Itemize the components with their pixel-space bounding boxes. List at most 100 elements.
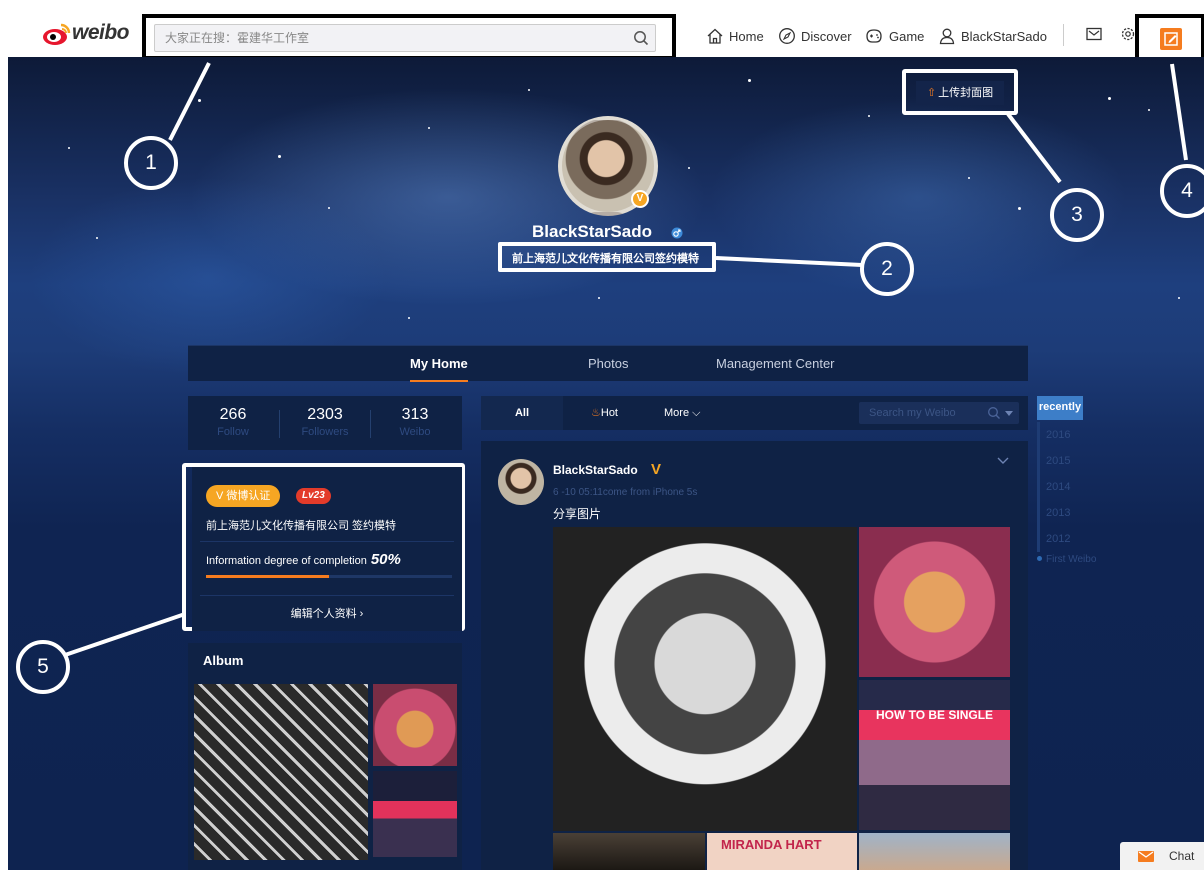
star (688, 167, 690, 169)
completion-label: Information degree of completion (206, 555, 367, 567)
post-image-selfie[interactable] (553, 527, 857, 831)
stat-follow-value: 266 (219, 406, 247, 423)
weibo-eye-icon (43, 23, 71, 45)
post-author-name[interactable]: BlackStarSado (553, 463, 638, 477)
star (528, 89, 530, 91)
verified-badge[interactable]: V 微博认证 (206, 485, 281, 507)
star (1108, 97, 1111, 100)
post-image-book[interactable]: MIRANDA HART (707, 833, 857, 870)
compose-icon (1164, 32, 1178, 46)
post-author-avatar[interactable] (498, 459, 544, 505)
stat-follow[interactable]: 266 Follow (188, 406, 278, 438)
stat-follow-label: Follow (217, 426, 249, 438)
post-text: 分享图片 (553, 507, 602, 521)
post-image-sky[interactable] (859, 833, 1010, 870)
feed-tab-hot[interactable]: ♨Hot (591, 396, 618, 430)
album-thumb-movie-poster[interactable] (373, 771, 457, 857)
flame-icon: ♨ (591, 407, 601, 419)
feed-tab-all[interactable]: All (481, 396, 563, 430)
album-panel: Album (188, 643, 462, 870)
timeline-year[interactable]: 2015 (1037, 448, 1097, 474)
mail-icon[interactable] (1086, 27, 1102, 41)
search-icon[interactable] (633, 30, 649, 46)
album-thumb-selfie[interactable] (194, 684, 368, 860)
stat-followers-label: Followers (301, 426, 349, 438)
timeline-first-weibo[interactable]: First Weibo (1037, 554, 1096, 565)
edit-profile-link[interactable]: 编辑个人资料 › (192, 605, 462, 621)
callout-5: 5 (16, 640, 70, 694)
nav-profile[interactable]: BlackStarSado (938, 26, 1047, 46)
tab-my-home[interactable]: My Home (410, 346, 468, 382)
star (968, 177, 970, 179)
feed-search (859, 402, 1019, 424)
star (278, 155, 281, 158)
global-search-input[interactable] (155, 25, 615, 51)
upload-cover-button[interactable]: ⇧ 上传封面图 (916, 81, 1004, 105)
search-icon[interactable] (987, 406, 1001, 420)
post-image-cat[interactable] (859, 527, 1010, 677)
stat-weibo[interactable]: 313 Weibo (370, 406, 460, 438)
weibo-logo[interactable]: weibo (42, 21, 142, 48)
chat-label: Chat (1169, 849, 1195, 863)
profile-username: BlackStarSado (532, 222, 652, 241)
tab-management-center[interactable]: Management Center (716, 346, 835, 382)
post-image-interior[interactable] (553, 833, 705, 870)
tab-photos[interactable]: Photos (588, 346, 628, 382)
timeline-year[interactable]: 2013 (1037, 500, 1097, 526)
star (748, 79, 751, 82)
star (598, 297, 600, 299)
feed-tab-hot-label: Hot (600, 407, 618, 419)
gamepad-icon (866, 29, 882, 43)
timeline-year[interactable]: 2016 (1037, 422, 1097, 448)
post-image-movie-poster[interactable]: HOW TO BE SINGLE (859, 680, 1010, 830)
mail-icon (1138, 851, 1154, 862)
compose-button[interactable] (1160, 28, 1182, 50)
home-icon (707, 28, 723, 44)
verified-v-icon: V (651, 461, 662, 478)
callout-box-upload-cover: ⇧ 上传封面图 (902, 69, 1018, 115)
logo-text: weibo (72, 21, 130, 44)
feed-search-input[interactable] (859, 402, 981, 424)
nav-game[interactable]: Game (864, 26, 924, 46)
book-title: MIRANDA HART (721, 837, 822, 852)
verified-badge-icon: V (631, 190, 649, 208)
callout-box-search (142, 14, 676, 60)
top-navigation-bar: weibo Home Discover Game (0, 0, 1204, 64)
completion-value: 50% (370, 551, 401, 568)
star (428, 127, 430, 129)
star (1178, 297, 1180, 299)
user-icon (939, 28, 955, 45)
nav-discover[interactable]: Discover (778, 26, 852, 46)
level-badge[interactable]: Lv23 (296, 488, 331, 504)
stat-followers[interactable]: 2303 Followers (280, 406, 370, 438)
nav-home[interactable]: Home (706, 26, 764, 46)
timeline-year[interactable]: 2012 (1037, 526, 1097, 552)
callout-2: 2 (860, 242, 914, 296)
chevron-down-icon[interactable] (997, 457, 1009, 465)
feed-post: BlackStarSado V 6 -10 05:11come from iPh… (481, 441, 1028, 870)
feed-tab-more[interactable]: More ⌵ (664, 396, 700, 430)
post-meta: 6 -10 05:11come from iPhone 5s (553, 487, 698, 498)
nav-divider (1063, 24, 1064, 46)
timeline-recently[interactable]: recently (1037, 396, 1083, 420)
star (328, 207, 330, 209)
callout-3: 3 (1050, 188, 1104, 242)
nav-discover-label: Discover (801, 28, 852, 44)
timeline-year[interactable]: 2014 (1037, 474, 1097, 500)
callout-box-bio: 前上海范儿文化传播有限公司签约模特 (498, 242, 716, 272)
album-thumb-cat[interactable] (373, 684, 457, 766)
completion-progress-bar (206, 575, 452, 578)
star (96, 237, 98, 239)
nav-game-label: Game (889, 28, 925, 44)
upload-icon: ⇧ (926, 87, 937, 99)
caret-down-icon[interactable] (1005, 411, 1013, 417)
stat-weibo-value: 313 (401, 406, 429, 423)
chat-button[interactable]: Chat (1120, 842, 1204, 870)
gear-icon[interactable] (1120, 26, 1136, 42)
info-description: 前上海范儿文化传播有限公司 签约模特 (206, 520, 397, 532)
info-divider (200, 595, 454, 596)
star (1018, 207, 1021, 210)
profile-completion: Information degree of completion 50% (206, 551, 401, 568)
nav-profile-label: BlackStarSado (961, 28, 1047, 44)
album-title: Album (203, 653, 244, 668)
